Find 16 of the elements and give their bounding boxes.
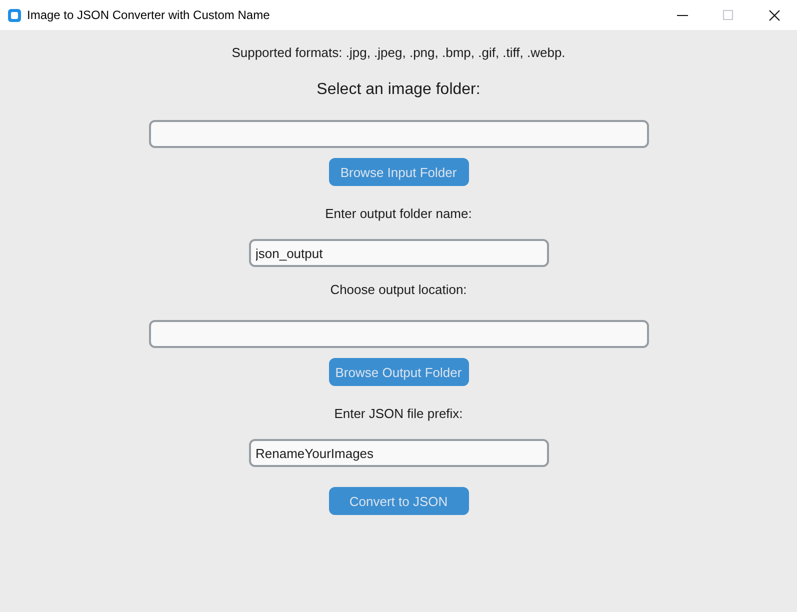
folder-path-field[interactable] bbox=[148, 120, 648, 148]
formats-note: Supported formats: .jpg, .jpeg, .png, .bmp, .gif, .tiff, .webp. bbox=[232, 45, 566, 61]
action-button[interactable]: Convert to JSON bbox=[328, 487, 468, 515]
folder-path-field[interactable] bbox=[148, 320, 648, 348]
text-field[interactable]: json_output bbox=[248, 239, 548, 267]
close-icon[interactable] bbox=[768, 10, 780, 20]
window-title: Image to JSON Converter with Custom Name bbox=[27, 8, 270, 22]
action-button[interactable]: Browse Output Folder bbox=[328, 358, 468, 386]
field-label: Enter JSON file prefix: bbox=[334, 406, 463, 422]
section-heading: Select an image folder: bbox=[316, 80, 480, 100]
action-button[interactable]: Browse Input Folder bbox=[328, 158, 468, 186]
app-icon bbox=[8, 8, 21, 22]
field-label: Enter output folder name: bbox=[325, 206, 472, 222]
minimize-icon[interactable] bbox=[676, 14, 688, 16]
text-field[interactable]: RenameYourImages bbox=[248, 439, 548, 467]
field-label: Choose output location: bbox=[330, 282, 467, 298]
